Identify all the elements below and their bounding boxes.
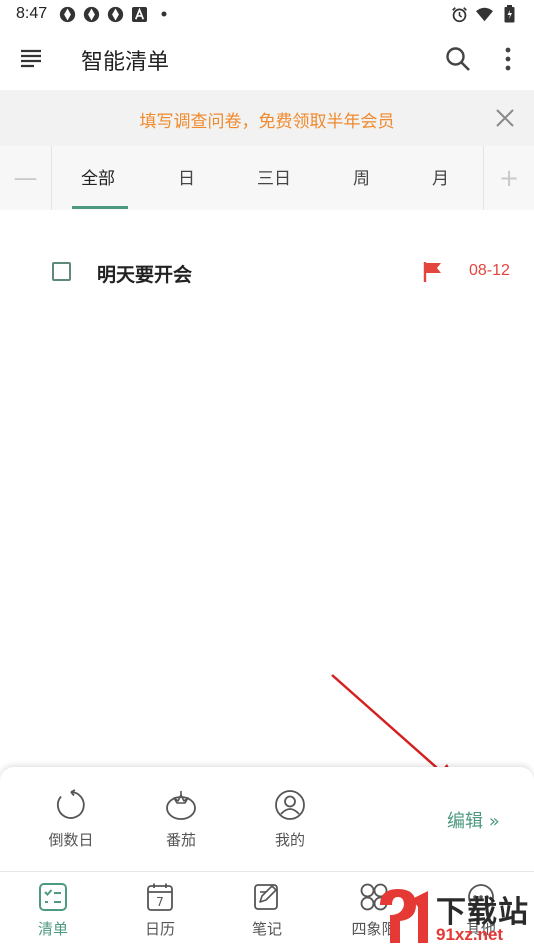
- notification-icons: [59, 6, 172, 23]
- flag-icon[interactable]: [423, 261, 443, 283]
- nav-notes-label: 笔记: [251, 920, 282, 938]
- task-item[interactable]: 明天要开会 08-12: [0, 250, 534, 294]
- a-icon: [131, 6, 148, 23]
- countdown-icon: [56, 789, 85, 819]
- app-bar: 智能清单: [0, 28, 534, 88]
- nav-checklist-label: 清单: [37, 920, 68, 938]
- status-time: 8:47: [16, 5, 48, 22]
- page-title: 智能清单: [81, 50, 170, 75]
- panel-profile[interactable]: 我的: [250, 789, 330, 850]
- wifi-icon: [476, 6, 493, 23]
- calendar-day: 7: [156, 895, 164, 909]
- close-icon[interactable]: [494, 107, 516, 129]
- tab-all[interactable]: 全部: [81, 164, 115, 189]
- nav-calendar[interactable]: 7 日历: [120, 882, 200, 939]
- battery-icon: [501, 5, 518, 23]
- watermark-url: 91xz.net: [436, 925, 504, 944]
- aperture-icon: [83, 6, 100, 23]
- nav-notes[interactable]: 笔记: [227, 882, 307, 939]
- panel-countdown[interactable]: 倒数日: [31, 789, 111, 850]
- period-tabs: — 全部 日 三日 周 月 +: [0, 146, 534, 210]
- aperture-icon: [59, 6, 76, 23]
- tab-month[interactable]: 月: [432, 164, 449, 189]
- tab-three-day[interactable]: 三日: [257, 164, 291, 189]
- panel-profile-label: 我的: [274, 831, 305, 849]
- panel-tomato-label: 番茄: [165, 831, 196, 849]
- site-watermark: 下载站 91xz.net: [372, 885, 532, 947]
- status-right-icons: [451, 5, 518, 23]
- banner-text[interactable]: 填写调查问卷，免费领取半年会员: [0, 107, 534, 132]
- nav-calendar-label: 日历: [144, 920, 175, 938]
- task-due-date: 08-12: [469, 262, 510, 279]
- status-bar: 8:47: [0, 0, 534, 28]
- tab-plus-button[interactable]: +: [483, 146, 534, 210]
- tab-week[interactable]: 周: [353, 164, 370, 189]
- panel-tomato[interactable]: 番茄: [141, 789, 221, 850]
- dot-icon: [155, 6, 172, 23]
- panel-countdown-label: 倒数日: [48, 831, 94, 849]
- active-tab-indicator: [72, 206, 128, 209]
- search-icon[interactable]: [445, 46, 471, 72]
- survey-banner[interactable]: 填写调查问卷，免费领取半年会员: [0, 90, 534, 146]
- alarm-icon: [451, 6, 468, 23]
- quick-panel: 倒数日 番茄 我的 编辑 »: [0, 767, 534, 871]
- tomato-icon: [166, 791, 196, 820]
- task-checkbox[interactable]: [52, 262, 71, 281]
- checklist-icon: [39, 883, 67, 911]
- watermark-logo-icon: [380, 889, 428, 943]
- task-title[interactable]: 明天要开会: [97, 260, 192, 287]
- tab-day[interactable]: 日: [178, 164, 195, 189]
- edit-button[interactable]: 编辑 »: [447, 807, 500, 833]
- nav-checklist[interactable]: 清单: [13, 882, 93, 939]
- tab-minus-button[interactable]: —: [0, 146, 52, 210]
- menu-icon[interactable]: [20, 48, 42, 68]
- profile-icon: [275, 790, 305, 820]
- aperture-icon: [107, 6, 124, 23]
- calendar-icon: 7: [147, 883, 173, 911]
- more-vert-icon[interactable]: [498, 46, 518, 72]
- note-icon: [254, 884, 278, 910]
